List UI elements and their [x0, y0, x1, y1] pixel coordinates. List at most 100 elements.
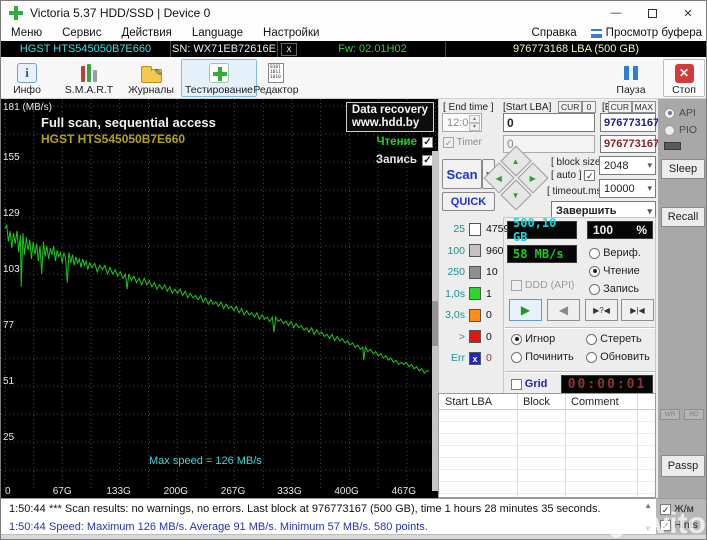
end-lba-cur-button[interactable]: CUR [607, 101, 632, 113]
counter-row->: >0 [439, 329, 492, 345]
victoria-window: Victoria 5.37 HDD/SSD | Device 0 — ✕ Мен… [0, 0, 707, 540]
pio-radio[interactable] [664, 124, 675, 136]
col-start-lba[interactable]: Start LBA [439, 396, 517, 408]
y-tick-label: 181 (MB/s) [3, 102, 52, 113]
read-radio[interactable] [589, 265, 600, 277]
remap-radio[interactable] [511, 351, 522, 363]
seek-end-button[interactable]: ▶|◀ [621, 299, 654, 321]
defect-table-header: Start LBA Block Comment [439, 394, 655, 410]
quick-button[interactable]: QUICK [442, 192, 495, 211]
timeout-combo[interactable]: 10000 [599, 179, 656, 198]
write-radio[interactable] [589, 283, 600, 295]
menu-item-1[interactable]: Сервис [52, 27, 111, 39]
counter-color-box [469, 330, 481, 343]
block-size-combo[interactable]: 2048 [599, 156, 656, 175]
end-lba-max-button[interactable]: MAX [631, 101, 656, 113]
ddd-checkbox[interactable] [511, 279, 522, 291]
stop-label: Стоп [672, 84, 696, 96]
menu-item-0[interactable]: Меню [1, 27, 52, 39]
title-bar: Victoria 5.37 HDD/SSD | Device 0 — ✕ [1, 1, 706, 25]
timer-checkbox[interactable] [443, 137, 454, 148]
speed-graph-canvas [1, 99, 438, 488]
refresh-radio[interactable] [586, 351, 597, 363]
mode-write[interactable]: Запись [589, 283, 639, 295]
end-lba-input-2[interactable]: 976773167 [600, 135, 659, 153]
play-button[interactable]: ▶ [509, 299, 542, 321]
api-radio[interactable] [664, 107, 675, 119]
end-lba-input[interactable]: 976773167 [600, 113, 659, 132]
end-time-spinner[interactable]: 12:00 ▲ ▼ [442, 113, 482, 132]
passp-button[interactable]: Passp [661, 455, 705, 477]
counter-color-box [469, 244, 481, 257]
verify-radio[interactable] [589, 247, 600, 259]
mode-read[interactable]: Чтение [589, 265, 640, 277]
maximize-button[interactable] [634, 1, 670, 25]
lcd-timer: 00:00:01 [561, 375, 653, 394]
spinner-arrows[interactable]: ▲ ▼ [469, 115, 480, 131]
lcd-mode-checkbox[interactable] [660, 503, 671, 515]
mode-verify[interactable]: Вериф. [589, 247, 641, 259]
ddd-row: DDD (API) [511, 279, 575, 291]
action-remap[interactable]: Починить [511, 351, 574, 363]
action-refresh[interactable]: Обновить [586, 351, 650, 363]
recall-button[interactable]: Recall [661, 207, 705, 227]
lcd-mode-row[interactable]: Ж/м [660, 503, 694, 515]
y-tick-label: 155 [3, 152, 20, 163]
lcd-speed: 58 MB/s [507, 245, 577, 263]
y-tick-label: 77 [3, 320, 15, 331]
write-label: Запись [603, 283, 640, 295]
table-row [439, 470, 655, 482]
seek-error-button[interactable]: ▶?◀ [585, 299, 618, 321]
erase-radio[interactable] [586, 333, 597, 345]
menu-item-4[interactable]: Настройки [253, 27, 329, 39]
toolbar-editor-button[interactable]: 0101 1011 1010 Редактор [247, 59, 305, 97]
pause-button[interactable]: Пауза [605, 59, 657, 97]
hints-checkbox[interactable] [660, 519, 671, 531]
pio-row[interactable]: PIO [664, 124, 697, 136]
col-block[interactable]: Block [517, 396, 565, 408]
counter-color-box [469, 287, 481, 300]
toolbar-info-label: Инфо [13, 84, 41, 96]
back-button[interactable]: ◀ [547, 299, 580, 321]
menu-item-help[interactable]: Справка [518, 27, 591, 39]
ignore-label: Игнор [525, 333, 556, 345]
action-ignore[interactable]: Игнор [511, 333, 555, 345]
start-lba-zero-button[interactable]: 0 [582, 101, 596, 113]
sleep-button[interactable]: Sleep [661, 159, 705, 179]
toolbar-info-button[interactable]: i Инфо [1, 59, 53, 97]
menu-item-2[interactable]: Действия [111, 27, 181, 39]
menu-item-3[interactable]: Language [182, 27, 253, 39]
grid-checkbox[interactable] [511, 378, 522, 390]
col-comment[interactable]: Comment [565, 396, 655, 408]
defect-table: Start LBA Block Comment [438, 393, 656, 498]
scan-button[interactable]: Scan [442, 159, 482, 189]
counter-row-1,0s: 1,0s 1 [439, 286, 492, 302]
start-lba-input[interactable]: 0 [503, 113, 595, 132]
close-button[interactable]: ✕ [670, 1, 706, 25]
start-lba-cur-button[interactable]: CUR [558, 101, 583, 113]
hints-row[interactable]: Hints [660, 519, 698, 531]
log-scroll-arrows[interactable]: ▲ ▼ [644, 501, 652, 533]
action-erase[interactable]: Стереть [586, 333, 642, 345]
ignore-radio[interactable] [511, 333, 522, 345]
api-row[interactable]: API [664, 107, 696, 119]
auto-checkbox[interactable] [584, 170, 596, 181]
toolbar-test-button[interactable]: Тестирование [181, 59, 257, 97]
minimize-button[interactable]: — [598, 1, 634, 25]
toolbar-smart-button[interactable]: S.M.A.R.T [59, 59, 119, 97]
scroll-up-icon[interactable]: ▲ [644, 501, 652, 510]
remap-label: Починить [525, 351, 574, 363]
toolbar: i Инфо S.M.A.R.T Журналы Тестирование 01… [1, 57, 706, 99]
buffer-view-button[interactable]: Просмотр буфера [590, 27, 706, 39]
drive-sn-close-button[interactable]: x [281, 42, 297, 56]
counter-label: 1,0s [445, 287, 465, 300]
log-text: *** Scan results: no warnings, no errors… [49, 503, 601, 515]
lcd-percent-value: 100 [593, 223, 614, 237]
stop-button[interactable]: ✕ Стоп [663, 59, 705, 97]
erase-label: Стереть [600, 333, 642, 345]
counter-row-250: 250 10 [439, 264, 498, 280]
log-time: 1:50:44 [9, 521, 46, 533]
legend-read-checkbox[interactable]: ✓ [422, 136, 433, 148]
toolbar-logs-button[interactable]: Журналы [123, 59, 179, 97]
scroll-down-icon[interactable]: ▼ [644, 524, 652, 533]
